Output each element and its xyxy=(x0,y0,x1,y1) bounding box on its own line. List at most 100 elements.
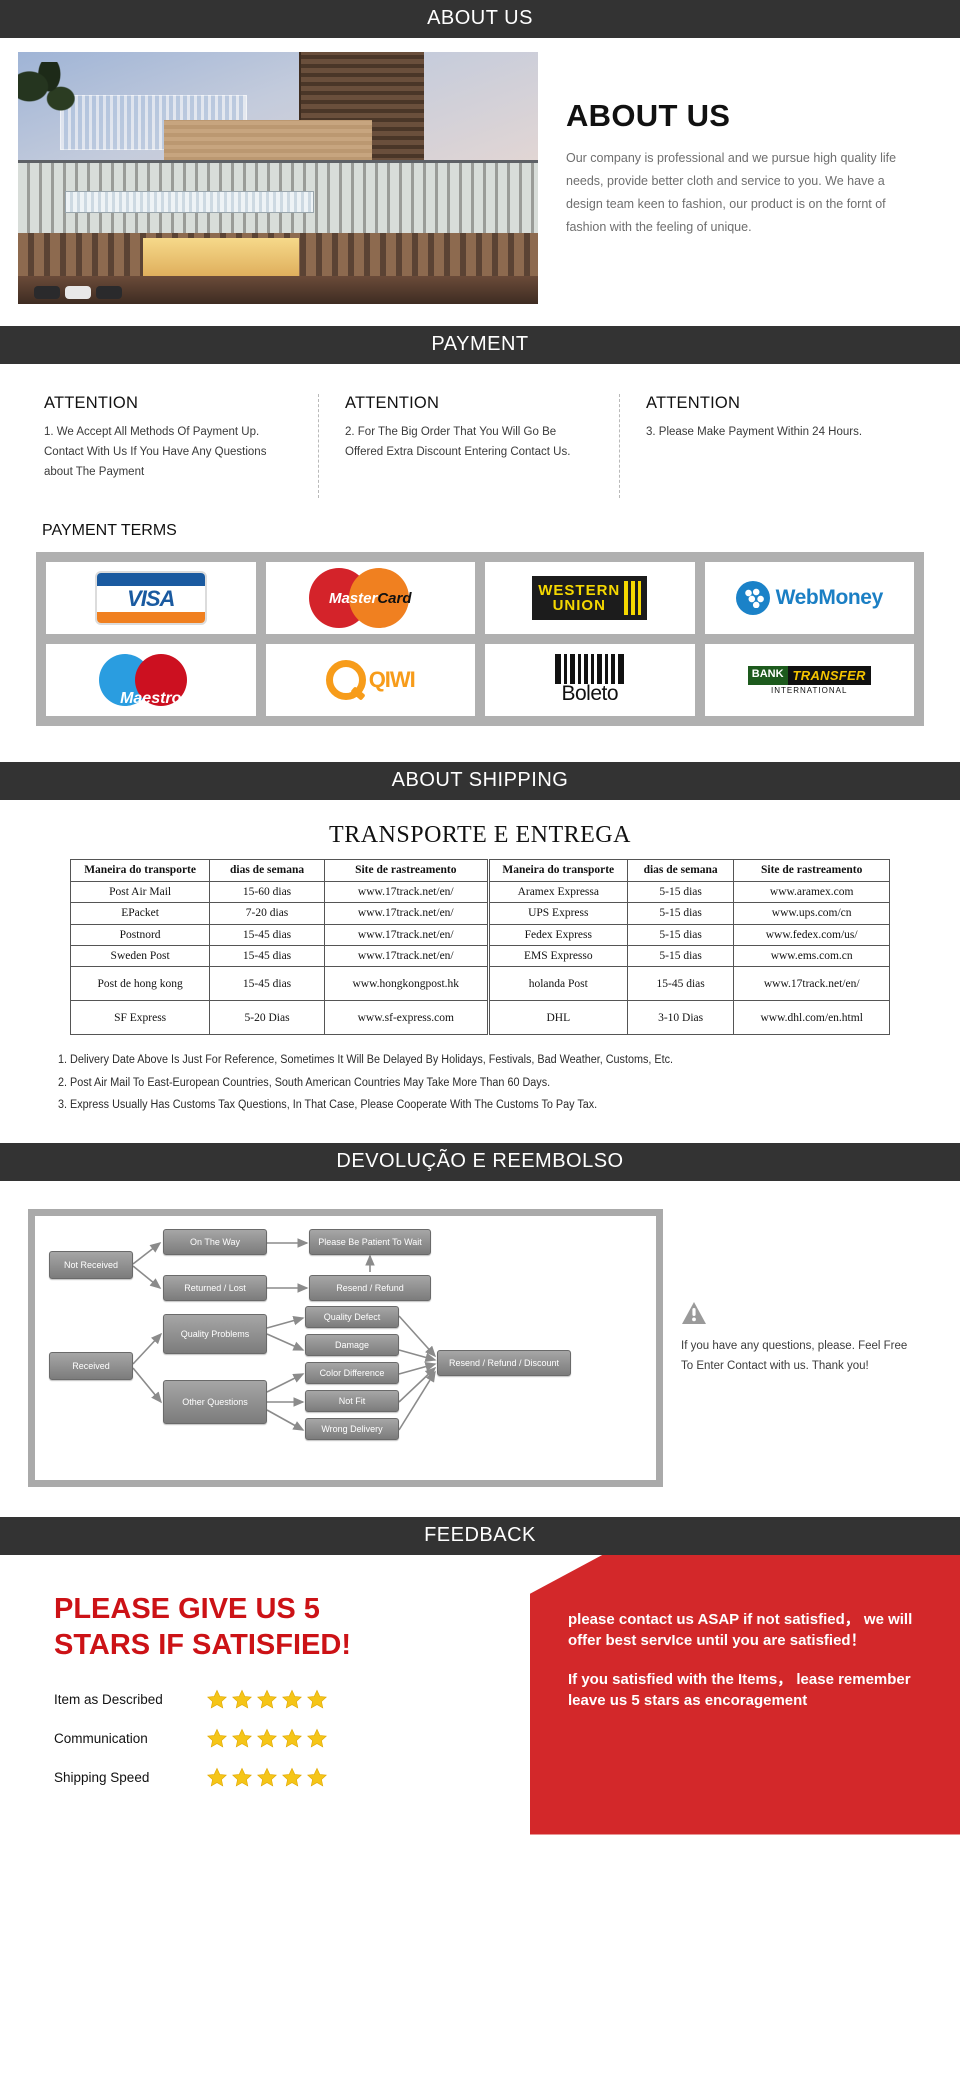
flow-node-color-difference[interactable]: Color Difference xyxy=(305,1361,399,1384)
western-union-label-western: WESTERN xyxy=(538,582,621,600)
payment-logo-visa[interactable]: VISA xyxy=(46,562,256,635)
flow-node-received[interactable]: Received xyxy=(49,1351,133,1380)
table-cell: DHL xyxy=(486,1000,628,1036)
table-row: SF Express 5-20 Dias www.sf-express.com … xyxy=(69,1000,890,1036)
refund-flow-section: Not Received On The Way Returned / Lost … xyxy=(0,1181,960,1517)
table-cell: Postnord xyxy=(69,923,211,946)
star-icon xyxy=(207,1728,227,1748)
table-cell: 5-15 dias xyxy=(626,880,735,904)
mastercard-icon: Master Card xyxy=(301,568,439,629)
mastercard-label-master: Master xyxy=(328,589,378,607)
table-cell: 5-20 Dias xyxy=(209,1000,325,1036)
payment-logo-webmoney[interactable]: WebMoney xyxy=(704,562,914,635)
table-header-cell: Maneira do transporte xyxy=(69,859,211,882)
flow-node-damage[interactable]: Damage xyxy=(305,1333,399,1356)
payment-logo-western-union[interactable]: WESTERN UNION xyxy=(485,562,695,635)
flow-node-not-received[interactable]: Not Received xyxy=(49,1250,133,1279)
table-row: Sweden Post 15-45 dias www.17track.net/e… xyxy=(69,944,890,968)
table-cell: www.17track.net/en/ xyxy=(323,944,489,968)
table-cell: EMS Expresso xyxy=(486,944,628,968)
flow-node-be-patient[interactable]: Please Be Patient To Wait xyxy=(309,1228,431,1255)
feedback-headline: PLEASE GIVE US 5 STARS IF SATISFIED! xyxy=(54,1591,530,1664)
attention-block-1: ATTENTION 1. We Accept All Methods Of Pa… xyxy=(40,394,318,498)
feedback-headline-line-2: STARS IF SATISFIED! xyxy=(54,1628,351,1661)
attention-title-1: ATTENTION xyxy=(44,394,139,412)
table-cell: UPS Express xyxy=(486,902,628,925)
flow-node-quality-problems[interactable]: Quality Problems xyxy=(163,1313,267,1354)
table-header-cell: Site de rastreamento xyxy=(323,859,489,882)
star-icon xyxy=(257,1767,277,1787)
table-cell: 15-60 dias xyxy=(209,880,325,904)
flow-node-label: Quality Defect xyxy=(323,1311,381,1322)
star-icon xyxy=(207,1767,227,1787)
star-icon xyxy=(307,1689,327,1709)
flow-node-label: Resend / Refund / Discount xyxy=(448,1357,560,1368)
rating-stars xyxy=(206,1767,328,1788)
rating-row-item-as-described: Item as Described xyxy=(54,1689,530,1710)
flow-node-label: On The Way xyxy=(189,1236,241,1247)
shipping-section: TRANSPORTE E ENTREGA Maneira do transpor… xyxy=(0,800,960,1142)
shipping-table-body: Post Air Mail 15-60 dias www.17track.net… xyxy=(69,880,890,1036)
western-union-icon: WESTERN UNION xyxy=(532,576,648,621)
bank-transfer-label-international: INTERNATIONAL xyxy=(771,685,848,695)
feedback-rating-rows: Item as Described Communication Shipping… xyxy=(54,1689,530,1788)
table-cell: SF Express xyxy=(69,1000,211,1036)
boleto-icon: Boleto xyxy=(555,654,625,706)
table-cell: 7-20 dias xyxy=(209,902,325,925)
bank-transfer-label-transfer: TRANSFER xyxy=(787,665,871,685)
table-cell: 5-15 dias xyxy=(626,902,735,925)
flow-node-returned-lost[interactable]: Returned / Lost xyxy=(163,1274,267,1301)
star-icon xyxy=(282,1728,302,1748)
table-cell: www.17track.net/en/ xyxy=(733,966,890,1002)
flow-node-not-fit[interactable]: Not Fit xyxy=(305,1389,399,1412)
table-cell: www.aramex.com xyxy=(733,880,890,904)
shipping-table: Maneira do transporte dias de semana Sit… xyxy=(69,859,890,1036)
flow-node-wrong-delivery[interactable]: Wrong Delivery xyxy=(305,1417,399,1440)
attention-body-1: 1. We Accept All Methods Of Payment Up. … xyxy=(44,426,267,479)
visa-icon: VISA xyxy=(94,571,207,626)
section-banner-payment: PAYMENT xyxy=(0,326,960,364)
payment-logo-qiwi[interactable]: QIWI xyxy=(265,644,475,717)
table-row: Post de hong kong 15-45 dias www.hongkon… xyxy=(69,966,890,1002)
about-us-title: ABOUT US xyxy=(566,98,731,133)
star-icon xyxy=(282,1767,302,1787)
star-icon xyxy=(257,1728,277,1748)
flow-node-other-questions[interactable]: Other Questions xyxy=(163,1379,267,1424)
table-cell: www.dhl.com/en.html xyxy=(733,1000,890,1036)
table-header-cell: dias de semana xyxy=(209,859,325,882)
payment-attention-row: ATTENTION 1. We Accept All Methods Of Pa… xyxy=(0,364,960,516)
section-banner-about-us: ABOUT US xyxy=(0,0,960,38)
feedback-red-panel: please contact us ASAP if not satisfied，… xyxy=(530,1554,960,1835)
payment-logo-bank-transfer[interactable]: BANK TRANSFER INTERNATIONAL xyxy=(704,644,914,717)
visa-label: VISA xyxy=(127,585,175,611)
attention-body-3: 3. Please Make Payment Within 24 Hours. xyxy=(646,426,863,438)
table-header-cell: dias de semana xyxy=(626,859,735,882)
rating-label: Item as Described xyxy=(54,1692,163,1708)
table-cell: 15-45 dias xyxy=(209,966,325,1002)
table-cell: Post Air Mail xyxy=(69,880,211,904)
payment-logo-maestro[interactable]: Maestro xyxy=(46,644,256,717)
payment-logo-mastercard[interactable]: Master Card xyxy=(265,562,475,635)
table-row: EPacket 7-20 dias www.17track.net/en/ UP… xyxy=(69,902,890,925)
table-cell: www.fedex.com/us/ xyxy=(733,923,890,946)
flow-node-resend-refund-discount[interactable]: Resend / Refund / Discount xyxy=(437,1349,571,1376)
table-cell: Post de hong kong xyxy=(69,966,211,1002)
bank-transfer-icon: BANK TRANSFER INTERNATIONAL xyxy=(747,665,871,695)
section-banner-feedback: FEEDBACK xyxy=(0,1516,960,1555)
rating-row-communication: Communication xyxy=(54,1728,530,1749)
about-us-section: ABOUT US Our company is professional and… xyxy=(0,38,960,326)
qiwi-icon: QIWI xyxy=(325,660,416,701)
rating-stars xyxy=(206,1689,328,1710)
flow-node-resend-refund[interactable]: Resend / Refund xyxy=(309,1274,431,1301)
flow-node-label: Wrong Delivery xyxy=(321,1423,383,1434)
payment-logo-boleto[interactable]: Boleto xyxy=(485,644,695,717)
section-banner-about-shipping: ABOUT SHIPPING xyxy=(0,762,960,801)
rating-stars xyxy=(206,1728,328,1749)
flow-node-quality-defect[interactable]: Quality Defect xyxy=(305,1305,399,1328)
refund-contact-text: If you have any questions, please. Feel … xyxy=(681,1339,908,1373)
shipping-table-title: TRANSPORTE E ENTREGA xyxy=(329,822,631,849)
flow-node-label: Quality Problems xyxy=(180,1328,250,1339)
flow-node-on-the-way[interactable]: On The Way xyxy=(163,1228,267,1255)
star-icon xyxy=(232,1728,252,1748)
star-icon xyxy=(307,1728,327,1748)
